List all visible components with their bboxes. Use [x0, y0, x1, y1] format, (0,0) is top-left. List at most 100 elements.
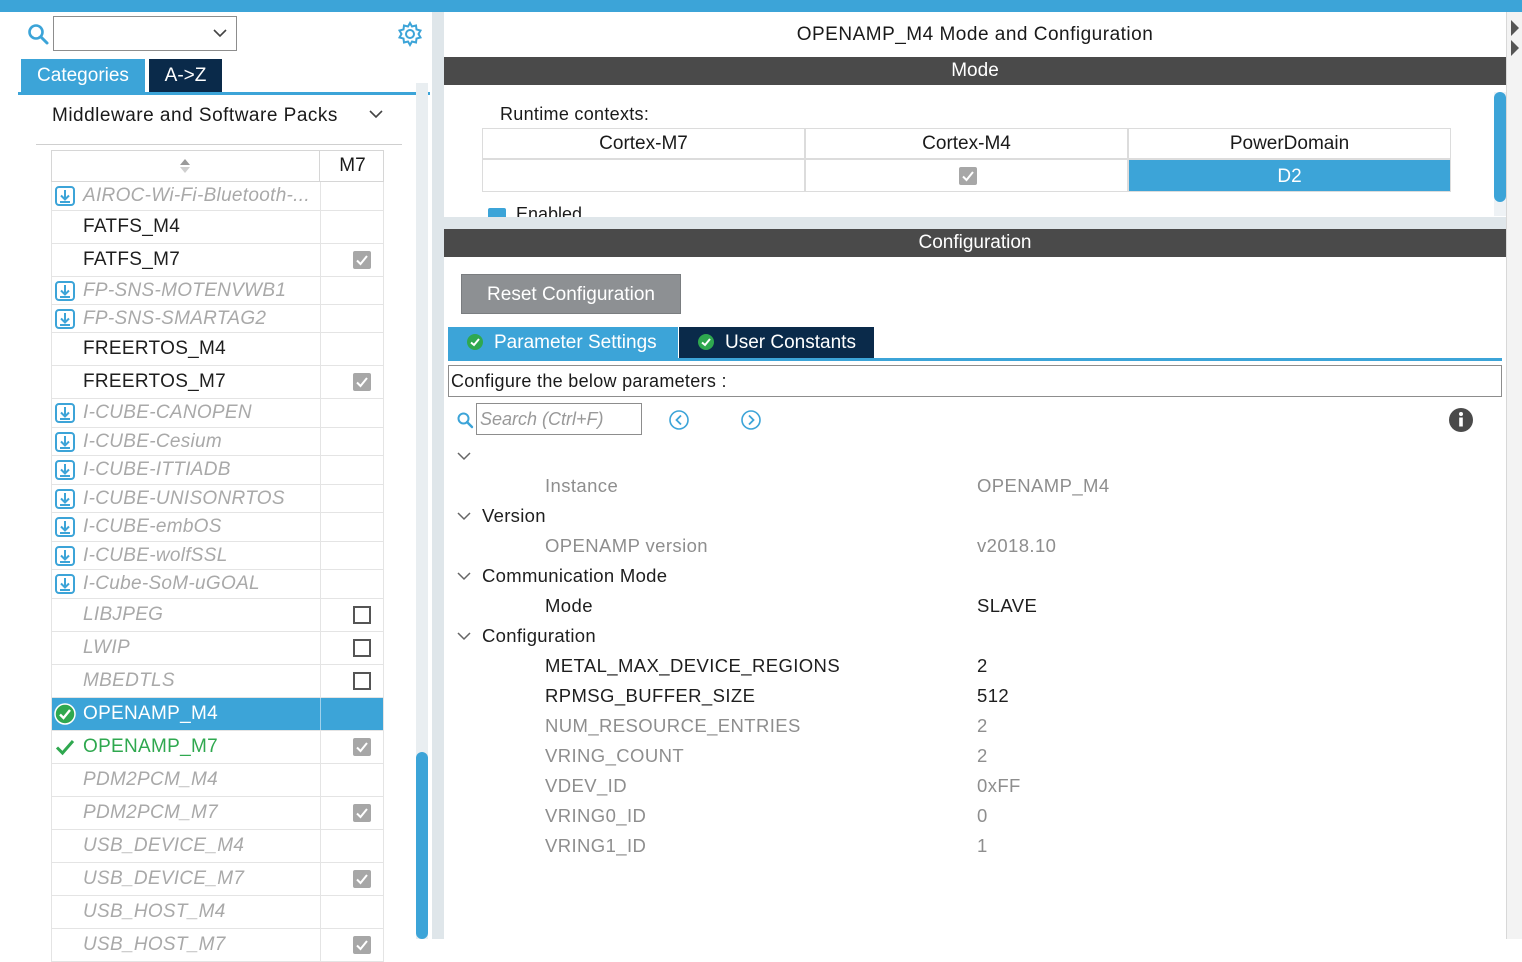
group-header[interactable]: Middleware and Software Packs: [36, 99, 402, 145]
gear-icon[interactable]: [396, 20, 424, 48]
m7-checkbox[interactable]: [353, 870, 371, 888]
component-name: AIROC-Wi-Fi-Bluetooth-...: [83, 185, 310, 206]
component-name: USB_DEVICE_M7: [83, 868, 245, 889]
param-num-resource-entries[interactable]: NUM_RESOURCE_ENTRIES 2: [444, 711, 1506, 741]
section-communication-mode[interactable]: Communication Mode: [444, 561, 1506, 591]
table-row[interactable]: OPENAMP_M7: [51, 731, 384, 764]
column-header-m7[interactable]: M7: [321, 151, 384, 181]
chevron-down-icon: [457, 512, 471, 521]
table-row[interactable]: USB_DEVICE_M7: [51, 863, 384, 896]
next-match-icon[interactable]: [740, 409, 762, 431]
column-divider: [320, 428, 321, 455]
component-name: I-CUBE-Cesium: [83, 430, 223, 452]
param-vring-count[interactable]: VRING_COUNT 2: [444, 741, 1506, 771]
table-row[interactable]: I-Cube-SoM-uGOAL: [51, 570, 384, 599]
column-divider: [320, 485, 321, 512]
table-row[interactable]: I-CUBE-embOS: [51, 513, 384, 542]
context-header-cortex-m4: Cortex-M4: [805, 128, 1128, 159]
column-divider: [320, 632, 321, 664]
section-title: Communication Mode: [482, 565, 668, 586]
table-row[interactable]: OPENAMP_M4: [51, 698, 384, 731]
component-name: FREERTOS_M4: [83, 338, 227, 359]
left-scrollbar-thumb[interactable]: [416, 752, 428, 939]
table-row[interactable]: FREERTOS_M4: [51, 333, 384, 366]
tab-categories[interactable]: Categories: [21, 59, 145, 92]
table-row[interactable]: I-CUBE-Cesium: [51, 428, 384, 456]
table-row[interactable]: USB_HOST_M4: [51, 896, 384, 929]
section-configuration[interactable]: Configuration: [444, 621, 1506, 651]
m7-checkbox[interactable]: [353, 738, 371, 756]
previous-match-icon[interactable]: [668, 409, 690, 431]
download-icon: [54, 431, 76, 453]
component-tree-panel: Categories A->Z Middleware and Software …: [0, 12, 432, 962]
reset-configuration-button[interactable]: Reset Configuration: [461, 274, 681, 314]
table-row[interactable]: MBEDTLS: [51, 665, 384, 698]
section-splitter[interactable]: [444, 217, 1506, 229]
name-column-header[interactable]: [52, 151, 320, 181]
enabled-checkbox[interactable]: [488, 208, 506, 217]
component-name: FATFS_M4: [83, 216, 181, 237]
components-table: M7 AIROC-Wi-Fi-Bluetooth-... FATFS_M4 FATF…: [51, 150, 384, 962]
m7-checkbox[interactable]: [353, 639, 371, 657]
panel-splitter[interactable]: [432, 12, 444, 939]
param-vdev-id[interactable]: VDEV_ID 0xFF: [444, 771, 1506, 801]
tab-user-constants[interactable]: User Constants: [679, 327, 874, 358]
mode-scrollbar[interactable]: [1494, 92, 1506, 216]
section-version[interactable]: Version: [444, 501, 1506, 531]
param-openamp-version[interactable]: OPENAMP version v2018.10: [444, 531, 1506, 561]
context-m4-checkbox[interactable]: [959, 167, 977, 185]
table-row[interactable]: LIBJPEG: [51, 599, 384, 632]
m7-checkbox[interactable]: [353, 606, 371, 624]
tab-a-to-z[interactable]: A->Z: [149, 59, 222, 92]
parameter-search-input[interactable]: Search (Ctrl+F): [476, 403, 642, 435]
info-icon[interactable]: [1448, 407, 1474, 433]
m7-checkbox[interactable]: [353, 672, 371, 690]
tab-underline: [448, 358, 1502, 361]
table-row[interactable]: USB_HOST_M7: [51, 929, 384, 962]
param-value: 2: [977, 715, 988, 736]
collapse-arrow-icon[interactable]: [1509, 18, 1521, 58]
context-cell-cortex-m7[interactable]: [482, 159, 805, 192]
column-divider: [320, 211, 321, 243]
m7-checkbox[interactable]: [353, 373, 371, 391]
tab-parameter-settings[interactable]: Parameter Settings: [448, 327, 678, 358]
param-rpmsg-buffer-size[interactable]: RPMSG_BUFFER_SIZE 512: [444, 681, 1506, 711]
table-row[interactable]: I-CUBE-CANOPEN: [51, 399, 384, 428]
check-circle-icon: [467, 334, 483, 350]
table-row[interactable]: USB_DEVICE_M4: [51, 830, 384, 863]
table-row[interactable]: FREERTOS_M7: [51, 366, 384, 399]
m7-checkbox[interactable]: [353, 251, 371, 269]
column-divider: [320, 456, 321, 484]
param-key: VRING1_ID: [545, 835, 647, 856]
param-metal-max-device-regions[interactable]: METAL_MAX_DEVICE_REGIONS 2: [444, 651, 1506, 681]
table-row[interactable]: FATFS_M4: [51, 211, 384, 244]
component-name: I-CUBE-embOS: [83, 516, 222, 537]
table-row[interactable]: FP-SNS-SMARTAG2: [51, 305, 384, 333]
mode-scrollbar-thumb[interactable]: [1494, 92, 1506, 202]
chevron-down-icon[interactable]: [456, 450, 472, 462]
table-body: AIROC-Wi-Fi-Bluetooth-... FATFS_M4 FATFS_M…: [51, 182, 384, 962]
table-row[interactable]: I-CUBE-wolfSSL: [51, 542, 384, 570]
table-row[interactable]: I-CUBE-ITTIADB: [51, 456, 384, 485]
table-row[interactable]: AIROC-Wi-Fi-Bluetooth-...: [51, 182, 384, 211]
param-value: v2018.10: [977, 535, 1057, 556]
component-name: OPENAMP_M4: [83, 703, 218, 724]
table-row[interactable]: I-CUBE-UNISONRTOS: [51, 485, 384, 513]
table-row[interactable]: FP-SNS-MOTENVWB1: [51, 277, 384, 305]
param-mode[interactable]: Mode SLAVE: [444, 591, 1506, 621]
m7-checkbox[interactable]: [353, 804, 371, 822]
right-collapse-strip[interactable]: [1506, 12, 1522, 939]
table-row[interactable]: PDM2PCM_M7: [51, 797, 384, 830]
table-row[interactable]: FATFS_M7: [51, 244, 384, 277]
table-row[interactable]: LWIP: [51, 632, 384, 665]
context-cell-powerdomain[interactable]: D2: [1128, 159, 1451, 192]
param-instance[interactable]: Instance OPENAMP_M4: [444, 471, 1506, 501]
param-vring0-id[interactable]: VRING0_ID 0: [444, 801, 1506, 831]
filter-combo[interactable]: [53, 16, 237, 51]
param-vring1-id[interactable]: VRING1_ID 1: [444, 831, 1506, 861]
enabled-row[interactable]: Enabled: [484, 204, 1084, 217]
context-cell-cortex-m4[interactable]: [805, 159, 1128, 192]
search-icon[interactable]: [26, 22, 50, 46]
table-row[interactable]: PDM2PCM_M4: [51, 764, 384, 797]
download-icon: [54, 459, 76, 481]
